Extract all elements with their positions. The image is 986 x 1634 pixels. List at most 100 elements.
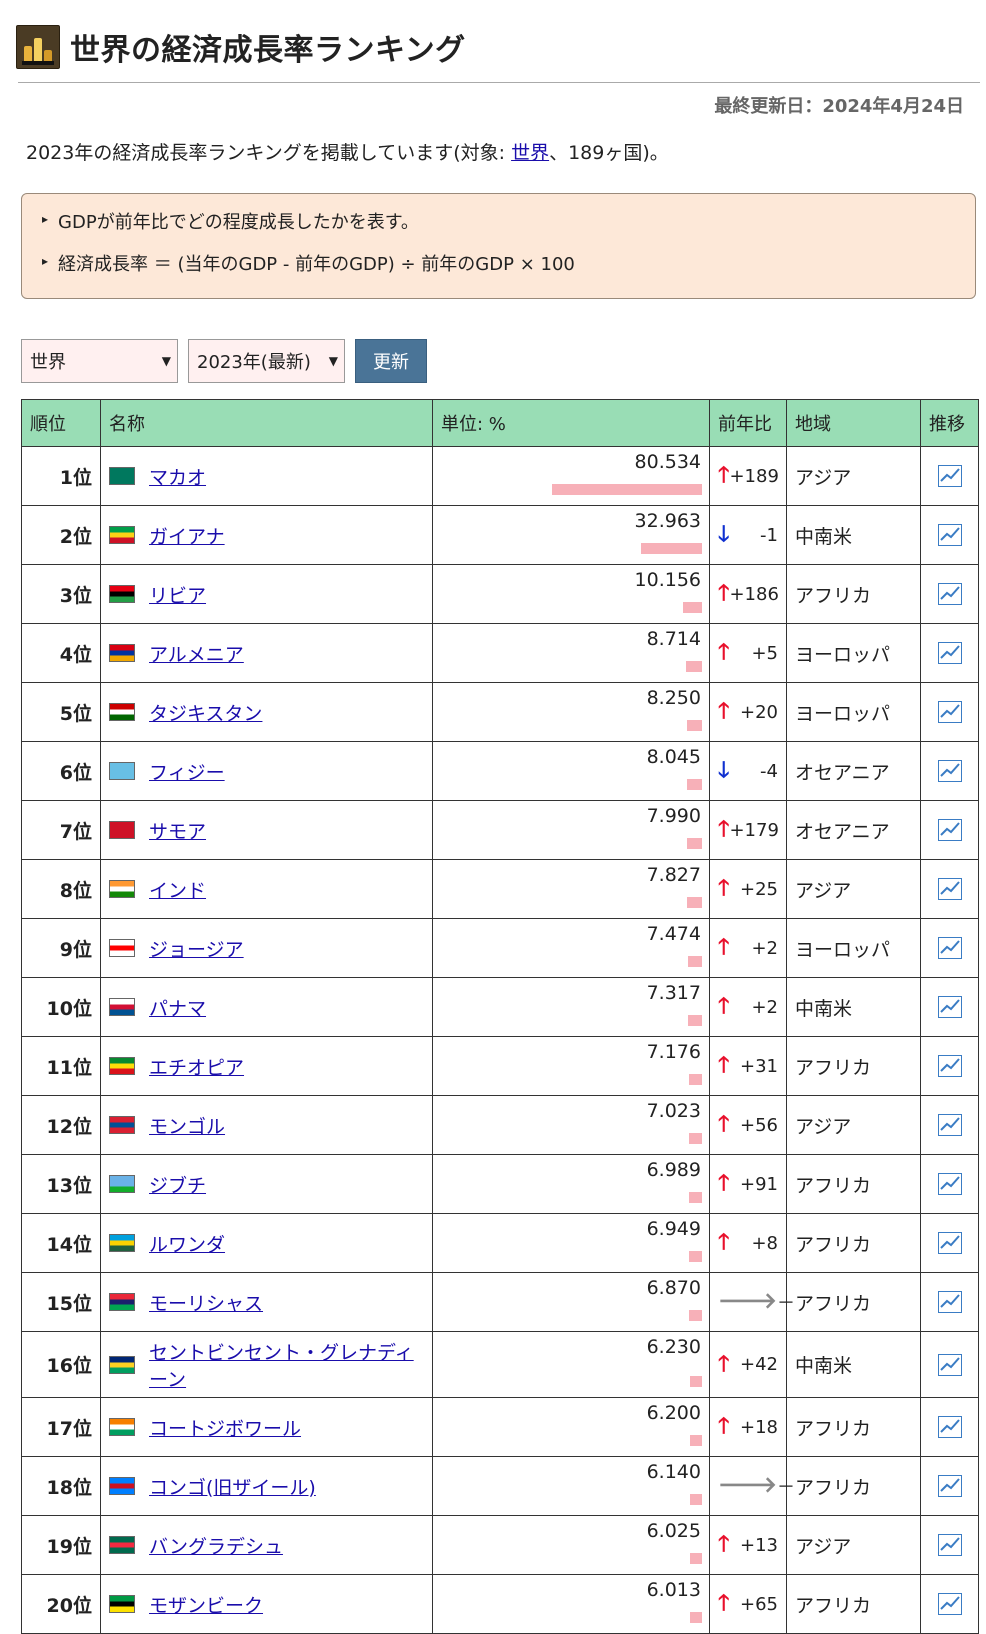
value-bar [690, 1376, 702, 1387]
trend-cell [920, 1036, 979, 1096]
region-label: アフリカ [795, 1174, 872, 1197]
country-link[interactable]: マカオ [149, 463, 206, 490]
value-bar [689, 1310, 702, 1321]
trend-chart-icon[interactable] [937, 819, 962, 841]
country-link[interactable]: タジキスタン [149, 699, 262, 726]
region-select-value: 世界 [30, 352, 66, 373]
region-label: アフリカ [795, 1292, 872, 1315]
update-button[interactable]: 更新 [355, 339, 427, 383]
filter-controls: 世界 ▼ 2023年(最新) ▼ 更新 [21, 339, 427, 383]
trend-chart-icon[interactable] [937, 937, 962, 959]
region-cell: アジア [786, 859, 921, 919]
value-cell: 7.827 [432, 859, 710, 919]
ranking-table: 順位 名称 単位: % 前年比 地域 推移 1位 マカオ 80.534 🡑 +189 アジ… [21, 399, 979, 1634]
country-link[interactable]: モーリシャス [149, 1289, 263, 1316]
trend-chart-icon[interactable] [937, 1055, 962, 1077]
trend-chart-icon[interactable] [937, 583, 962, 605]
trend-chart-icon[interactable] [937, 1291, 962, 1313]
header-rank[interactable]: 順位 [21, 399, 101, 447]
trend-chart-icon[interactable] [937, 465, 962, 487]
rank-cell: 2位 [21, 505, 101, 565]
trend-cell [920, 1515, 979, 1575]
change-cell: 🡑 +18 [709, 1397, 787, 1457]
page-header: 世界の経済成長率ランキング [16, 24, 466, 70]
country-link[interactable]: インド [149, 876, 206, 903]
header-unit[interactable]: 単位: % [432, 399, 710, 447]
info-item: ▸ 経済成長率 ＝ (当年のGDP - 前年のGDP) ÷ 前年のGDP × 10… [42, 250, 975, 292]
trend-chart-icon[interactable] [937, 524, 962, 546]
trend-chart-icon[interactable] [937, 1416, 962, 1438]
country-link[interactable]: サモア [149, 817, 206, 844]
rank-change: +42 [740, 1354, 778, 1375]
region-cell: ヨーロッパ [786, 918, 921, 978]
region-cell: アジア [786, 1515, 921, 1575]
country-link[interactable]: アルメニア [149, 640, 244, 667]
trend-cell [920, 1095, 979, 1155]
chevron-down-icon: ▼ [328, 354, 338, 368]
value-bar [690, 1612, 702, 1623]
trend-chart-icon[interactable] [937, 760, 962, 782]
trend-chart-icon[interactable] [937, 1232, 962, 1254]
country-link[interactable]: ジョージア [149, 935, 244, 962]
rank-change: +2 [751, 937, 778, 959]
trend-chart-icon[interactable] [937, 1593, 962, 1615]
name-cell: インド [100, 859, 433, 919]
trend-chart-icon[interactable] [937, 1353, 962, 1376]
region-label: 中南米 [795, 525, 853, 548]
country-link[interactable]: フィジー [149, 758, 225, 785]
header-name[interactable]: 名称 [100, 399, 433, 447]
trend-chart-icon[interactable] [937, 642, 962, 664]
country-link[interactable]: パナマ [149, 994, 206, 1021]
trend-chart-icon[interactable] [937, 1114, 962, 1136]
value-cell: 6.025 [432, 1515, 710, 1575]
country-link[interactable]: モンゴル [149, 1112, 225, 1139]
trend-chart-icon[interactable] [937, 1173, 962, 1195]
rank-change: +2 [751, 996, 778, 1018]
change-cell: 🡑 +25 [709, 859, 787, 919]
country-link[interactable]: バングラデシュ [149, 1532, 283, 1559]
trend-chart-icon[interactable] [937, 1475, 962, 1497]
name-cell: ジブチ [100, 1154, 433, 1214]
name-cell: エチオピア [100, 1036, 433, 1096]
country-link[interactable]: ガイアナ [149, 522, 225, 549]
header-change[interactable]: 前年比 [709, 399, 787, 447]
trend-chart-icon[interactable] [937, 878, 962, 900]
country-link[interactable]: コンゴ(旧ザイール) [149, 1473, 316, 1500]
change-cell: 🡑 +179 [709, 800, 787, 860]
header-region[interactable]: 地域 [786, 399, 921, 447]
table-row: 1位 マカオ 80.534 🡑 +189 アジア [21, 446, 979, 506]
value-cell: 6.230 [432, 1331, 710, 1398]
rank-label: 4位 [59, 643, 92, 666]
region-label: アフリカ [795, 584, 872, 607]
growth-value: 7.317 [646, 982, 701, 1004]
value-bar [687, 720, 702, 731]
region-cell: アフリカ [786, 1397, 921, 1457]
country-link[interactable]: セントビンセント・グレナディーン [149, 1338, 424, 1392]
country-link[interactable]: ルワンダ [149, 1230, 225, 1257]
year-select[interactable]: 2023年(最新) ▼ [188, 339, 345, 383]
trend-cell [920, 918, 979, 978]
arrow-up-icon: 🡑 [718, 640, 730, 665]
country-flag-icon [109, 1536, 135, 1554]
intro-world-link[interactable]: 世界 [511, 142, 549, 164]
country-link[interactable]: ジブチ [149, 1171, 206, 1198]
country-link[interactable]: コートジボワール [149, 1414, 301, 1441]
arrow-up-icon: 🡑 [718, 876, 730, 901]
table-row: 13位 ジブチ 6.989 🡑 +91 アフリカ [21, 1154, 979, 1214]
intro-text: 2023年の経済成長率ランキングを掲載しています(対象: 世界、189ヶ国)。 [26, 138, 669, 165]
region-select[interactable]: 世界 ▼ [21, 339, 178, 383]
country-flag-icon [109, 1595, 135, 1613]
trend-cell [920, 741, 979, 801]
country-link[interactable]: リビア [149, 581, 206, 608]
rank-change: +179 [729, 819, 779, 841]
trend-chart-icon[interactable] [937, 996, 962, 1018]
country-link[interactable]: モザンビーク [149, 1591, 263, 1618]
country-link[interactable]: エチオピア [149, 1053, 244, 1080]
value-cell: 7.023 [432, 1095, 710, 1155]
region-cell: 中南米 [786, 505, 921, 565]
value-bar [688, 1015, 702, 1026]
country-flag-icon [109, 1057, 135, 1075]
trend-chart-icon[interactable] [937, 701, 962, 723]
rank-label: 7位 [59, 820, 92, 843]
rank-cell: 15位 [21, 1272, 101, 1332]
